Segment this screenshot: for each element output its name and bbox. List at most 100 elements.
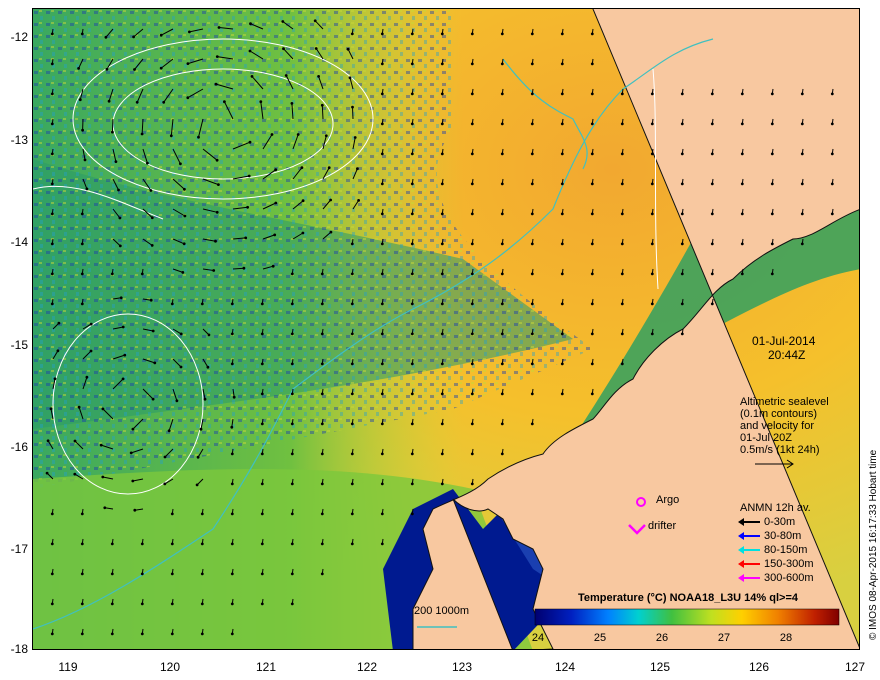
- velocity-arrowhead: [470, 92, 474, 96]
- map-frame[interactable]: [32, 8, 860, 650]
- velocity-arrowhead: [410, 392, 414, 396]
- velocity-arrowhead: [290, 572, 294, 576]
- anmn-legend-item: 80-150m: [738, 544, 807, 556]
- velocity-arrowhead: [320, 272, 324, 276]
- velocity-arrowhead: [249, 22, 252, 26]
- velocity-arrowhead: [80, 572, 84, 576]
- velocity-arrowhead: [620, 302, 624, 306]
- velocity-arrowhead: [590, 32, 594, 36]
- velocity-arrowhead: [470, 392, 474, 396]
- x-tick-label: 120: [159, 660, 181, 674]
- velocity-arrowhead: [197, 135, 200, 139]
- velocity-arrowhead: [273, 233, 277, 237]
- velocity-arrowhead: [440, 242, 444, 246]
- velocity-arrowhead: [101, 475, 105, 479]
- velocity-arrowhead: [320, 572, 324, 576]
- velocity-arrowhead: [530, 272, 534, 276]
- sst-map[interactable]: [33, 9, 860, 650]
- velocity-arrowhead: [440, 332, 444, 336]
- velocity-arrowhead: [380, 332, 384, 336]
- velocity-arrowhead: [271, 264, 275, 268]
- velocity-arrowhead: [163, 482, 167, 486]
- velocity-arrowhead: [260, 392, 264, 396]
- velocity-arrowhead: [740, 152, 744, 156]
- velocity-arrowhead: [215, 210, 219, 214]
- velocity-arrowhead: [410, 122, 414, 126]
- velocity-arrowhead: [260, 452, 264, 456]
- velocity-arrowhead: [410, 62, 414, 66]
- velocity-arrowhead: [324, 134, 328, 138]
- colorbar-gradient: [534, 608, 840, 626]
- velocity-arrowhead: [50, 212, 54, 216]
- velocity-arrowhead: [57, 321, 61, 325]
- velocity-arrowhead: [530, 422, 534, 426]
- velocity-arrowhead: [230, 362, 234, 366]
- velocity-arrowhead: [320, 392, 324, 396]
- velocity-arrowhead: [470, 272, 474, 276]
- colorbar-tick: 24: [531, 632, 545, 644]
- velocity-arrowhead: [89, 349, 93, 353]
- velocity-arrowhead: [410, 482, 414, 486]
- velocity-arrowhead: [440, 62, 444, 66]
- velocity-arrowhead: [83, 158, 87, 162]
- velocity-arrowhead: [320, 362, 324, 366]
- velocity-arrowhead: [230, 572, 234, 576]
- velocity-arrowhead: [530, 362, 534, 366]
- velocity-arrowhead: [118, 244, 122, 248]
- velocity-arrowhead: [80, 632, 84, 636]
- velocity-arrowhead: [350, 482, 354, 486]
- bathy-legend-label: 200 1000m: [414, 605, 470, 617]
- velocity-arrowhead: [320, 482, 324, 486]
- velocity-arrowhead: [470, 62, 474, 66]
- velocity-arrowhead: [500, 272, 504, 276]
- velocity-arrowhead: [181, 271, 185, 274]
- velocity-arrowhead: [800, 182, 804, 186]
- velocity-arrowhead: [740, 122, 744, 126]
- velocity-arrowhead: [89, 322, 93, 326]
- velocity-arrowhead: [230, 332, 234, 336]
- velocity-arrowhead: [260, 422, 264, 426]
- velocity-arrowhead: [830, 212, 834, 216]
- velocity-arrowhead: [440, 32, 444, 36]
- velocity-arrowhead: [380, 212, 384, 216]
- velocity-arrowhead: [320, 103, 324, 107]
- velocity-arrowhead: [274, 168, 278, 172]
- date-label: 01-Jul-2014: [752, 334, 816, 348]
- velocity-arrowhead: [146, 161, 149, 165]
- velocity-arrowhead: [50, 542, 54, 546]
- velocity-arrowhead: [78, 98, 82, 102]
- velocity-arrowhead: [170, 512, 174, 516]
- velocity-arrowhead: [80, 32, 84, 36]
- velocity-arrowhead: [129, 451, 133, 455]
- velocity-arrowhead: [53, 377, 57, 381]
- velocity-arrowhead: [282, 47, 285, 51]
- velocity-arrowhead: [560, 152, 564, 156]
- velocity-arrowhead: [290, 512, 294, 516]
- velocity-arrowhead: [410, 272, 414, 276]
- velocity-arrowhead: [740, 212, 744, 216]
- velocity-arrowhead: [500, 452, 504, 456]
- velocity-arrowhead: [301, 231, 305, 235]
- velocity-arrowhead: [500, 32, 504, 36]
- velocity-arrowhead: [710, 242, 714, 246]
- velocity-arrowhead: [151, 397, 155, 401]
- velocity-arrowhead: [560, 362, 564, 366]
- velocity-arrowhead: [440, 452, 444, 456]
- anmn-legend-item: 0-30m: [738, 516, 795, 528]
- velocity-arrowhead: [260, 602, 264, 606]
- velocity-arrowhead: [380, 152, 384, 156]
- velocity-arrowhead: [123, 353, 127, 357]
- velocity-arrowhead: [357, 199, 360, 202]
- velocity-arrowhead: [260, 362, 264, 366]
- velocity-arrowhead: [80, 272, 84, 276]
- velocity-arrowhead: [290, 102, 294, 105]
- velocity-arrowhead: [770, 212, 774, 216]
- velocity-arrowhead: [560, 62, 564, 66]
- x-tick-label: 121: [255, 660, 277, 674]
- velocity-arrowhead: [710, 92, 714, 96]
- velocity-arrowhead: [470, 452, 474, 456]
- altimetry-note-line: (0.1m contours): [740, 408, 818, 420]
- velocity-arrowhead: [530, 182, 534, 186]
- velocity-arrowhead: [149, 298, 153, 302]
- velocity-arrowhead: [740, 272, 744, 276]
